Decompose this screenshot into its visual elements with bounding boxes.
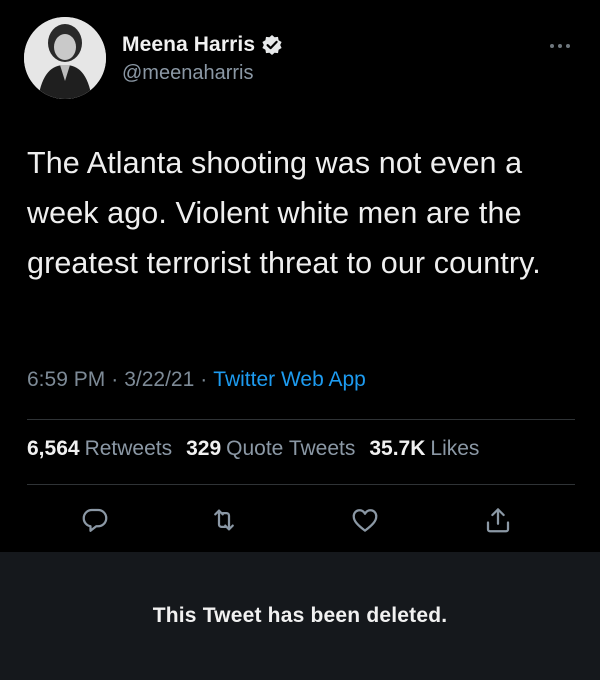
tweet-time[interactable]: 6:59 PM (27, 368, 105, 392)
avatar-photo-icon (24, 17, 106, 99)
likes-stat[interactable]: 35.7K Likes (369, 437, 479, 461)
tweet-meta: 6:59 PM · 3/22/21 · Twitter Web App (27, 368, 366, 392)
likes-label: Likes (430, 437, 480, 460)
deleted-notice-text: This Tweet has been deleted. (152, 604, 448, 627)
author-name-row: Meena Harris (122, 32, 283, 58)
like-button[interactable] (347, 502, 383, 538)
tweet-card: Meena Harris @meenaharris The Atlanta sh… (0, 0, 600, 552)
retweets-label: Retweets (84, 437, 173, 460)
tweet-date[interactable]: 3/22/21 (124, 368, 194, 392)
tweet-source-link[interactable]: Twitter Web App (213, 368, 366, 392)
avatar[interactable] (24, 17, 106, 99)
quote-tweets-label: Quote Tweets (226, 437, 356, 460)
reply-icon (82, 508, 108, 532)
quote-tweets-stat[interactable]: 329 Quote Tweets (186, 437, 355, 461)
quote-tweets-count: 329 (186, 437, 222, 460)
meta-separator: · (111, 368, 119, 391)
deleted-notice-bar: This Tweet has been deleted. (0, 552, 600, 680)
share-button[interactable] (480, 502, 516, 538)
like-icon (352, 509, 378, 532)
share-icon (486, 508, 510, 533)
author-handle[interactable]: @meenaharris (122, 62, 253, 85)
retweet-button[interactable] (206, 502, 242, 538)
verified-badge-icon (261, 34, 283, 56)
retweets-count: 6,564 (27, 437, 80, 460)
reply-button[interactable] (77, 502, 113, 538)
divider (27, 419, 575, 420)
author-display-name[interactable]: Meena Harris (122, 33, 255, 57)
retweet-icon (214, 509, 234, 531)
meta-separator: · (200, 368, 208, 391)
more-options-icon[interactable] (548, 38, 572, 48)
tweet-stats: 6,564 Retweets 329 Quote Tweets 35.7K Likes (27, 437, 493, 461)
tweet-actions (0, 502, 600, 538)
divider (27, 484, 575, 485)
likes-count: 35.7K (369, 437, 426, 460)
retweets-stat[interactable]: 6,564 Retweets (27, 437, 172, 461)
tweet-text: The Atlanta shooting was not even a week… (27, 146, 541, 280)
